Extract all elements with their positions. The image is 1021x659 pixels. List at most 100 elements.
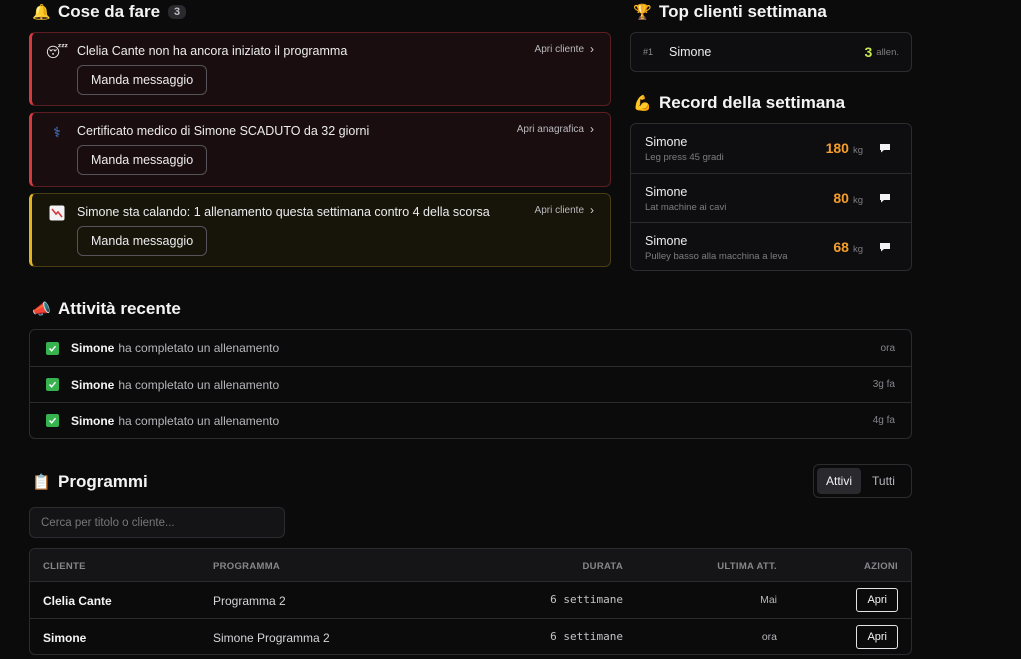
row-last-activity: ora [761,631,777,643]
activity-list: Simone ha completato un allenamento ora … [29,329,912,439]
activity-client: Simone [71,377,115,392]
record-row: Simone Pulley basso alla macchina a leva… [631,222,911,271]
check-icon [46,341,59,355]
megaphone-icon: 📣 [32,301,51,318]
speech-bubble-icon[interactable] [879,143,891,153]
check-icon [46,414,59,427]
top-clients-title: 🏆 Top clienti settimana [633,2,827,22]
record-row: Simone Leg press 45 gradi 180 kg [631,124,911,173]
chart-down-icon [48,204,66,222]
todo-text: Simone sta calando: 1 allenamento questa… [77,205,490,219]
programs-table: CLIENTE PROGRAMMA DURATA ULTIMA ATT. AZI… [29,548,912,655]
link-label: Apri anagrafica [516,123,584,135]
medical-icon: ⚕ [53,123,61,140]
table-row: Simone Simone Programma 2 6 settimane or… [30,618,911,654]
todo-text: Clelia Cante non ha ancora iniziato il p… [77,44,348,58]
send-message-button[interactable]: Manda messaggio [77,145,208,175]
row-program: Programma 2 [213,594,286,608]
record-value: 80 kg [833,190,863,206]
record-client: Simone [645,135,688,149]
activity-client: Simone [71,413,115,428]
record-exercise: Lat machine ai cavi [645,202,727,213]
client-name: Simone [669,45,712,59]
clipboard-icon: 📋 [32,474,51,491]
record-row: Simone Lat machine ai cavi 80 kg [631,173,911,222]
top-clients-panel: #1 Simone 3 allen. [630,32,912,72]
records-panel: Simone Leg press 45 gradi 180 kg Simone L… [630,123,912,271]
record-value: 180 kg [826,140,863,156]
todo-text: Certificato medico di Simone SCADUTO da … [77,124,370,138]
record-unit: kg [852,195,863,206]
column-program: PROGRAMMA [213,561,281,572]
row-duration: 6 settimane [550,630,623,643]
column-actions: AZIONI [864,561,898,572]
column-duration: DURATA [582,561,623,572]
top-clients-label: Top clienti settimana [659,2,827,21]
row-client: Simone [43,631,87,645]
todo-card: ⚕ Certificato medico di Simone SCADUTO d… [29,112,611,187]
filter-all-button[interactable]: Tutti [863,468,904,494]
todo-count-badge: 3 [168,5,187,19]
records-title: 💪 Record della settimana [633,93,845,113]
workout-unit: allen. [876,46,899,58]
record-number: 80 [833,190,849,206]
activity-description: ha completato un allenamento [118,377,280,392]
record-exercise: Pulley basso alla macchina a leva [645,251,788,262]
activity-client: Simone [71,341,115,355]
row-client: Clelia Cante [43,594,112,608]
filter-active-button[interactable]: Attivi [817,468,862,494]
link-label: Apri cliente [534,43,584,55]
activity-section-title: 📣 Attività recente [32,299,181,319]
activity-time: 3g fa [872,379,895,390]
chevron-right-icon: › [590,203,594,217]
programs-filter-toggle: Attivi Tutti [813,464,912,498]
programs-search-input[interactable] [29,507,285,538]
activity-title: Attività recente [58,299,181,318]
open-client-link[interactable]: Apri cliente › [535,203,594,217]
todo-title: Cose da fare [58,2,161,21]
speech-bubble-icon[interactable] [879,242,891,252]
chevron-right-icon: › [590,122,594,136]
record-number: 180 [825,140,849,156]
check-icon [46,378,59,391]
record-unit: kg [852,145,863,156]
activity-item: Simone ha completato un allenamento ora [30,330,911,366]
todo-card: 😴 Clelia Cante non ha ancora iniziato il… [29,32,611,106]
row-last-activity: Mai [760,594,777,606]
activity-item: Simone ha completato un allenamento 3g f… [30,366,911,402]
todo-section-title: 🔔 Cose da fare 3 [32,2,187,22]
column-client: CLIENTE [43,561,86,572]
record-number: 68 [833,239,849,255]
record-value: 68 kg [833,239,863,255]
activity-time: ora [880,342,895,354]
top-client-row[interactable]: #1 Simone 3 allen. [631,33,911,71]
record-client: Simone [645,185,688,199]
row-duration: 6 settimane [550,593,623,606]
trophy-icon: 🏆 [633,4,652,21]
column-last-activity: ULTIMA ATT. [717,561,777,572]
rank: #1 [643,47,654,57]
todo-card: Simone sta calando: 1 allenamento questa… [29,193,611,267]
open-registry-link[interactable]: Apri anagrafica › [517,122,594,136]
record-unit: kg [852,244,863,255]
record-exercise: Leg press 45 gradi [645,152,724,163]
table-row: Clelia Cante Programma 2 6 settimane Mai… [30,582,911,618]
record-client: Simone [645,234,688,248]
programs-title: Programmi [58,472,148,491]
sleep-face-icon: 😴 [45,43,69,60]
workout-count: 3 [864,44,873,60]
send-message-button[interactable]: Manda messaggio [77,65,208,95]
activity-description: ha completato un allenamento [118,341,280,355]
activity-item: Simone ha completato un allenamento 4g f… [30,402,911,438]
row-program: Simone Programma 2 [213,631,330,645]
open-program-button[interactable]: Apri [856,625,898,649]
flexed-biceps-icon: 💪 [633,95,652,112]
programs-section-title: 📋 Programmi [32,472,148,492]
speech-bubble-icon[interactable] [879,193,891,203]
open-client-link[interactable]: Apri cliente › [535,42,594,56]
open-program-button[interactable]: Apri [856,588,898,612]
link-label: Apri cliente [534,204,584,216]
activity-description: ha completato un allenamento [118,413,280,428]
send-message-button[interactable]: Manda messaggio [77,226,208,256]
bell-icon: 🔔 [32,4,51,21]
